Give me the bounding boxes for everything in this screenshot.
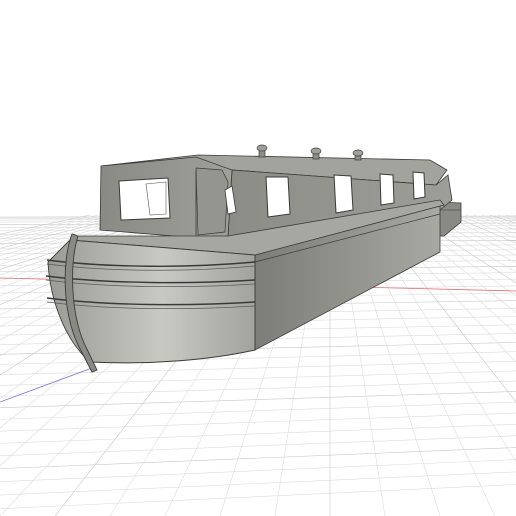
grid-line <box>0 412 516 432</box>
grid-line <box>0 447 516 469</box>
grid-line <box>417 214 516 273</box>
grid-line <box>489 214 516 224</box>
grid-line <box>441 214 516 250</box>
narrowboat-model[interactable] <box>45 144 462 373</box>
grid-line <box>425 214 516 264</box>
grid-line <box>0 459 516 483</box>
side-window-4 <box>412 171 426 200</box>
side-window-2 <box>333 174 354 214</box>
roof-vent-1 <box>256 144 268 158</box>
grid-line <box>497 214 516 221</box>
side-window-3 <box>379 173 395 206</box>
grid-line <box>0 351 516 365</box>
scene-canvas[interactable] <box>0 0 516 516</box>
grid-line <box>0 435 516 457</box>
grid-line <box>0 484 516 510</box>
grid-line <box>433 214 516 256</box>
side-window-1 <box>265 176 291 218</box>
grid-line <box>0 471 516 496</box>
grid-line <box>465 214 516 235</box>
grid-line <box>449 214 516 244</box>
grid-line <box>0 401 516 420</box>
grid-line <box>0 360 516 376</box>
grid-line <box>457 214 516 239</box>
3d-viewport[interactable] <box>0 0 516 516</box>
rear-door <box>195 167 229 236</box>
